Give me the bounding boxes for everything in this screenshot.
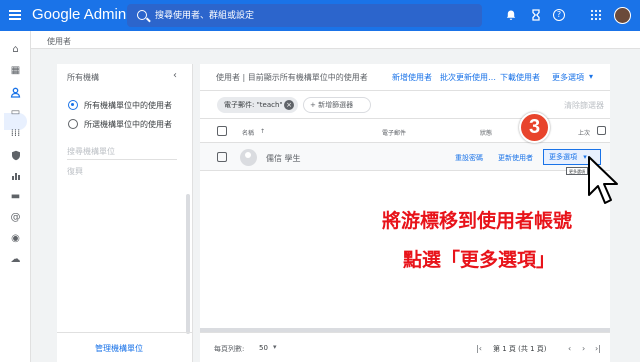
dashboard-icon[interactable]: ▦ [10, 66, 21, 76]
bell-icon[interactable] [505, 9, 517, 21]
add-filter-label: 新增篩選器 [318, 101, 354, 109]
column-last[interactable]: 上次 [578, 128, 590, 137]
menu-icon[interactable] [9, 8, 23, 22]
first-page-icon[interactable]: |‹ [476, 344, 482, 353]
add-icon: + [310, 101, 316, 109]
manage-org-units-link[interactable]: 管理機構單位 [95, 343, 143, 354]
reports-icon[interactable] [10, 171, 21, 181]
radio-all-units-label[interactable]: 所有機構單位中的使用者 [84, 100, 172, 111]
storage-cloud-icon[interactable]: ☁ [10, 255, 21, 265]
clear-filters-button[interactable]: 清除篩選器 [564, 100, 604, 111]
org-panel-title: 所有機構 [67, 73, 99, 82]
more-options-header-button[interactable]: 更多選項 [552, 72, 584, 83]
home-icon[interactable]: ⌂ [10, 45, 21, 55]
billing-icon[interactable]: ▬ [10, 192, 21, 202]
remove-filter-icon[interactable]: × [284, 100, 294, 110]
reset-password-button[interactable]: 重設密碼 [455, 153, 483, 163]
apps-icon[interactable]: ⁞⁞⁞ [10, 129, 21, 139]
radio-all-units[interactable] [68, 100, 78, 110]
prev-page-icon[interactable]: ‹ [568, 344, 571, 353]
add-user-button[interactable]: 新增使用者 [392, 72, 432, 83]
rows-per-page-label: 每頁列數: [214, 345, 245, 353]
apps-grid-icon[interactable] [590, 9, 602, 21]
search-input[interactable] [155, 8, 455, 23]
column-settings-icon[interactable] [597, 126, 606, 135]
collapse-chevron-icon[interactable]: ‹ [173, 70, 177, 81]
search-icon [137, 10, 147, 20]
org-panel-footer: 管理機構單位 [57, 332, 193, 362]
breadcrumb[interactable]: 使用者 [47, 36, 71, 47]
sort-arrow-icon[interactable]: ↑ [260, 128, 265, 135]
download-users-button[interactable]: 下載使用者 [500, 72, 540, 83]
column-name[interactable]: 名稱 [242, 128, 254, 137]
radio-selected-units[interactable] [68, 119, 78, 129]
last-page-icon[interactable]: ›| [595, 344, 601, 353]
top-app-bar: Google Admin ? [0, 0, 640, 31]
filter-bar: 電子郵件: "teach" × + 新增篩選器 清除篩選器 [200, 90, 610, 118]
account-at-icon[interactable]: @ [10, 213, 21, 223]
page-indicator: 第 1 頁 (共 1 頁) [493, 345, 547, 353]
more-options-tooltip: 更多選項 [566, 167, 588, 175]
search-box[interactable] [127, 4, 482, 27]
rows-per-page-dropdown-icon[interactable]: ▾ [273, 343, 277, 351]
column-email[interactable]: 電子郵件 [382, 128, 406, 137]
nav-rail: ⌂ ▦ ▭ ⁞⁞⁞ ▬ @ ◉ ☁ [0, 31, 31, 362]
radio-selected-units-label[interactable]: 所選機構單位中的使用者 [84, 119, 172, 130]
user-avatar [240, 149, 257, 166]
rules-icon[interactable]: ◉ [10, 234, 21, 244]
account-avatar[interactable] [614, 7, 631, 24]
breadcrumb-bar: 使用者 [31, 31, 640, 49]
org-tree-item[interactable]: 復興 [67, 166, 83, 177]
column-status[interactable]: 狀態 [480, 128, 492, 137]
select-all-checkbox[interactable] [217, 126, 227, 136]
email-filter-chip[interactable]: 電子郵件: "teach" × [217, 97, 298, 113]
step-badge: 3 [519, 112, 550, 143]
bulk-update-button[interactable]: 批次更新使用… [440, 72, 496, 83]
hourglass-icon[interactable] [530, 9, 542, 21]
annotation-line-2: 點選「更多選項」 [403, 249, 556, 271]
annotation-line-1: 將游標移到使用者帳號 [382, 210, 573, 232]
org-unit-panel: 所有機構 ‹ 所有機構單位中的使用者 所選機構單位中的使用者 搜尋機構單位 復興… [57, 64, 193, 362]
email-filter-chip-label: 電子郵件: "teach" [224, 101, 283, 109]
pagination-bar: 每頁列數: 50 ▾ |‹ 第 1 頁 (共 1 頁) ‹ › ›| [200, 332, 610, 362]
update-user-button[interactable]: 更新使用者 [498, 153, 533, 163]
devices-icon[interactable]: ▭ [10, 108, 21, 118]
add-filter-button[interactable]: + 新增篩選器 [303, 97, 371, 113]
rows-per-page-select[interactable]: 50 [259, 344, 268, 352]
next-page-icon[interactable]: › [582, 344, 585, 353]
row-checkbox[interactable] [217, 152, 227, 162]
app-brand[interactable]: Google Admin [32, 6, 126, 23]
org-panel-scrollbar[interactable] [186, 194, 190, 334]
security-shield-icon[interactable] [10, 150, 21, 161]
table-row[interactable]: 儒信 學生 重設密碼 更新使用者 更多選項 ▾ [200, 143, 610, 171]
user-name[interactable]: 儒信 學生 [266, 153, 301, 164]
users-icon[interactable] [10, 87, 21, 98]
help-icon[interactable]: ? [553, 9, 565, 21]
mouse-cursor-icon [588, 156, 618, 204]
more-options-dropdown-icon[interactable]: ▾ [589, 72, 593, 81]
org-search-input[interactable]: 搜尋機構單位 [67, 146, 177, 160]
users-list-title: 使用者 | 目前顯示所有機構單位中的使用者 [216, 73, 368, 82]
row-more-options-label: 更多選項 [549, 153, 577, 161]
